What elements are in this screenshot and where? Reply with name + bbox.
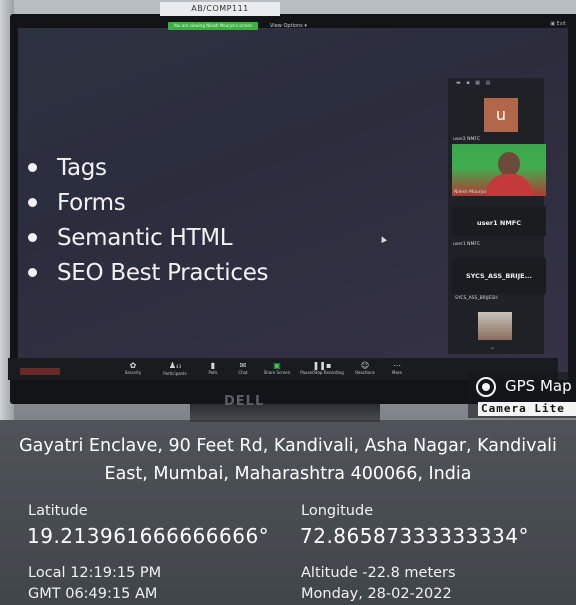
participant-name-tile[interactable]: SYCS_ASS_BRIJE...	[452, 258, 546, 294]
participant-name: user1 NMFC	[453, 242, 481, 247]
gps-app-title: GPS Map	[505, 377, 572, 395]
date: Monday, 28-02-2022	[301, 586, 452, 602]
longitude-value: 72.86587333333334°	[300, 524, 529, 548]
asset-label: AB/COMP111	[160, 2, 280, 16]
slide-bullet: Forms	[28, 185, 268, 220]
participant-name: Nilesh Mourya	[454, 190, 487, 195]
participant-video-tile[interactable]	[478, 312, 512, 340]
slide-bullet-list: Tags Forms Semantic HTML SEO Best Practi…	[28, 150, 269, 290]
gps-app-subtitle: Camera Lite	[478, 402, 576, 416]
gmt-time: GMT 06:49:15 AM	[28, 586, 158, 602]
screen-share-banner[interactable]: You are viewing Nilesh Mourya's screen	[168, 22, 258, 30]
audio-button[interactable]	[20, 368, 60, 375]
chat-icon: ✉	[239, 361, 247, 370]
share-screen-icon: ▣	[273, 361, 281, 370]
bullet-dot-icon	[28, 163, 37, 172]
exit-fullscreen-button[interactable]: ▣ Exit	[550, 21, 566, 27]
reactions-button[interactable]: ☺ Reactions	[348, 361, 382, 375]
panel-layout-icons[interactable]: ▬ ▪ ▦ ▤	[456, 80, 492, 86]
slide-bullet: SEO Best Practices	[28, 255, 269, 290]
participants-button[interactable]: ♟43 Participants	[158, 361, 192, 376]
latitude-value: 19.213961666666666°	[27, 524, 270, 548]
share-screen-button[interactable]: ▣ Share Screen	[260, 361, 294, 375]
slide-bullet: Semantic HTML	[28, 220, 268, 255]
slide-bullet: Tags	[28, 150, 268, 185]
bullet-dot-icon	[28, 198, 37, 207]
camera-icon	[476, 377, 496, 397]
shield-icon: ✿	[129, 361, 137, 370]
bullet-dot-icon	[28, 268, 37, 277]
person-head	[498, 152, 520, 176]
record-button[interactable]: ❚❚▪ Pause/Stop Recording	[300, 361, 344, 375]
participant-video-tile[interactable]	[452, 144, 546, 196]
reaction-icon: ☺	[360, 361, 370, 370]
latitude-label: Latitude	[28, 503, 88, 519]
participant-name-tile[interactable]: user1 NMFC	[452, 206, 546, 236]
view-options-button[interactable]: View Options ▾	[270, 21, 307, 31]
participants-icon: ♟43	[168, 361, 182, 370]
bullet-dot-icon	[28, 233, 37, 242]
longitude-label: Longitude	[301, 503, 374, 519]
altitude: Altitude -22.8 meters	[301, 565, 456, 581]
poll-icon: ▮	[210, 361, 216, 370]
polls-button[interactable]: ▮ Polls	[196, 361, 230, 375]
more-button[interactable]: ⋯ More	[380, 361, 414, 375]
participant-name: user2 NMFC	[453, 137, 481, 142]
chat-button[interactable]: ✉ Chat	[226, 361, 260, 375]
local-time: Local 12:19:15 PM	[28, 565, 162, 581]
participant-avatar[interactable]: u	[484, 98, 518, 132]
more-icon: ⋯	[393, 361, 401, 370]
dell-logo: DELL	[224, 394, 265, 409]
security-button[interactable]: ✿ Security	[116, 361, 150, 375]
participant-name: SYCS_ASS_BRIJESH	[455, 296, 498, 301]
record-icon: ❚❚▪	[312, 361, 332, 370]
gps-address: Gayatri Enclave, 90 Feet Rd, Kandivali, …	[19, 436, 557, 484]
person-body	[486, 174, 532, 196]
chevron-down-icon[interactable]: ⌄	[490, 344, 495, 351]
